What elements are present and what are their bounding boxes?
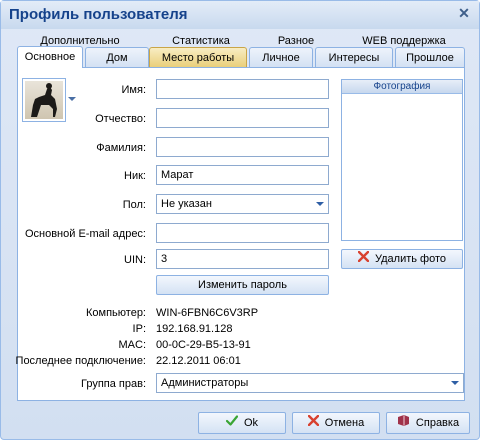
mac-value: 00-0C-29-B5-13-91	[156, 339, 251, 351]
tab-home[interactable]: Дом	[85, 47, 149, 67]
checkmark-icon	[225, 413, 239, 433]
tab-main[interactable]: Основное	[17, 46, 83, 68]
gender-label: Пол:	[122, 199, 146, 211]
window-title: Профиль пользователя	[9, 6, 188, 23]
change-password-button[interactable]: Изменить пароль	[156, 275, 329, 295]
avatar-image	[25, 81, 63, 119]
patronymic-label: Отчество:	[95, 113, 146, 125]
gender-select[interactable]: Не указан	[156, 194, 329, 214]
rights-label: Группа прав:	[80, 378, 146, 390]
rights-select[interactable]: Администраторы	[156, 373, 464, 393]
help-label: Справка	[415, 417, 460, 429]
cancel-icon	[307, 413, 319, 433]
chevron-down-icon[interactable]	[316, 202, 324, 206]
surname-field[interactable]	[156, 137, 329, 157]
name-label: Имя:	[121, 84, 146, 96]
delete-photo-button[interactable]: Удалить фото	[341, 249, 463, 269]
computer-label: Компьютер:	[86, 307, 146, 319]
nick-label: Ник:	[124, 170, 146, 182]
uin-label: UIN:	[124, 254, 146, 266]
email-label: Основной E-mail адрес:	[24, 228, 146, 240]
close-icon[interactable]: ✕	[457, 6, 471, 20]
photo-header: Фотография	[342, 80, 462, 94]
delete-photo-label: Удалить фото	[374, 253, 446, 265]
cancel-label: Отмена	[324, 417, 365, 429]
tab-workplace[interactable]: Место работы	[149, 47, 247, 67]
delete-icon	[357, 250, 370, 268]
chevron-down-icon[interactable]	[451, 381, 459, 385]
rights-select-value: Администраторы	[161, 377, 249, 389]
title-bar[interactable]: Профиль пользователя ✕	[1, 1, 479, 29]
book-icon	[397, 413, 410, 433]
photo-box: Фотография	[341, 79, 463, 241]
email-field[interactable]	[156, 223, 329, 243]
nick-field[interactable]: Марат	[156, 165, 329, 185]
patronymic-field[interactable]	[156, 108, 329, 128]
ok-label: Ok	[243, 417, 259, 429]
profile-dialog: Профиль пользователя ✕ Дополнительно Ста…	[0, 0, 480, 440]
tab-past[interactable]: Прошлое	[395, 47, 465, 67]
ip-value: 192.168.91.128	[156, 323, 233, 335]
tab-interests[interactable]: Интересы	[315, 47, 393, 67]
cancel-button[interactable]: Отмена	[292, 412, 380, 434]
mac-label: MAC:	[118, 339, 147, 351]
name-field[interactable]	[156, 79, 329, 99]
gender-select-value: Не указан	[161, 198, 212, 210]
tab-personal[interactable]: Личное	[249, 47, 313, 67]
horse-rider-icon	[31, 83, 57, 117]
last-connection-value: 22.12.2011 06:01	[156, 355, 241, 367]
ip-label: IP:	[132, 323, 146, 335]
avatar[interactable]	[22, 78, 66, 122]
help-button[interactable]: Справка	[386, 412, 470, 434]
uin-field[interactable]: 3	[156, 249, 329, 269]
ok-button[interactable]: Ok	[198, 412, 286, 434]
avatar-dropdown-icon[interactable]	[68, 97, 76, 101]
computer-value: WIN-6FBN6C6V3RP	[156, 307, 259, 319]
last-connection-label: Последнее подключение:	[15, 355, 146, 367]
surname-label: Фамилия:	[96, 142, 146, 154]
